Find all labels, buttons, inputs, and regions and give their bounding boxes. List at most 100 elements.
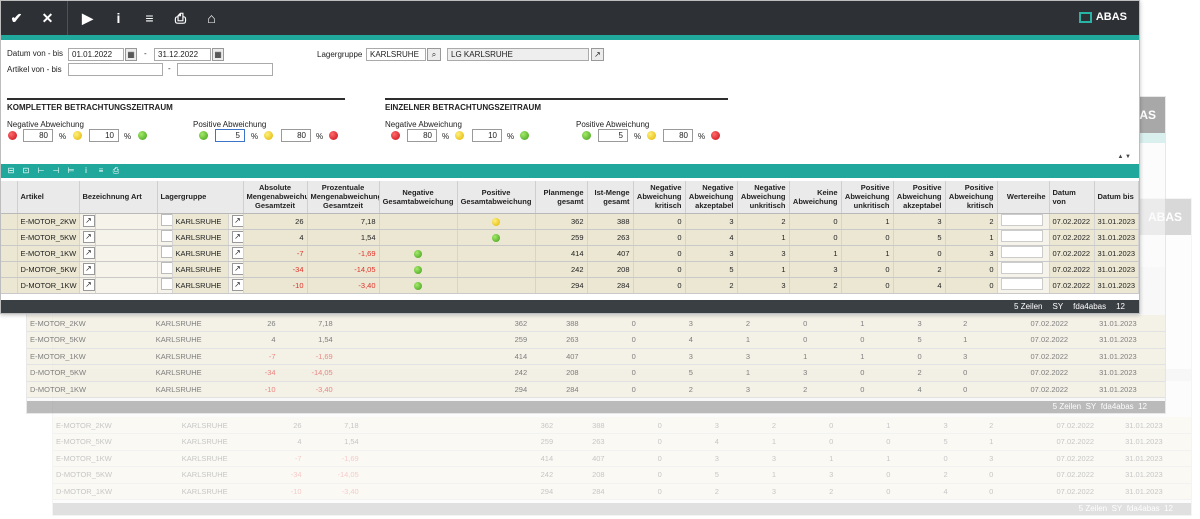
open-link-icon[interactable]: ↗ bbox=[231, 231, 243, 243]
bezeichnung-cell[interactable] bbox=[95, 245, 158, 262]
bezeichnung-cell[interactable] bbox=[95, 277, 158, 294]
row-checkbox[interactable] bbox=[160, 214, 171, 226]
column-header[interactable]: Positive Abweichung unkritisch bbox=[841, 181, 894, 214]
row-selector[interactable] bbox=[1, 245, 18, 262]
neg-threshold-red-input[interactable]: 80 bbox=[407, 129, 437, 142]
open-link-icon[interactable]: ↗ bbox=[231, 263, 243, 275]
pos-threshold-yellow-input[interactable]: 5 bbox=[215, 129, 245, 142]
close-icon[interactable]: ✕ bbox=[32, 1, 63, 35]
open-link-icon[interactable]: ↗ bbox=[82, 231, 94, 243]
open-article-cell[interactable]: ↗ bbox=[79, 261, 96, 278]
insert-row-icon[interactable]: ⊟ bbox=[5, 165, 17, 177]
wertereihe-field[interactable] bbox=[1000, 278, 1043, 290]
row-checkbox[interactable] bbox=[160, 246, 171, 258]
row-checkbox[interactable] bbox=[160, 230, 171, 242]
lagergruppe-cell[interactable]: KARLSRUHE bbox=[172, 213, 229, 230]
open-link-icon[interactable]: ↗ bbox=[231, 215, 243, 227]
open-link-icon[interactable]: ↗ bbox=[82, 263, 94, 275]
column-fit-icon[interactable]: ⊨ bbox=[65, 165, 77, 177]
wertereihe-field[interactable] bbox=[1000, 262, 1043, 274]
row-checkbox[interactable] bbox=[160, 262, 171, 274]
row-selector[interactable] bbox=[1, 213, 18, 230]
row-selector[interactable] bbox=[1, 261, 18, 278]
row-selector[interactable] bbox=[1, 277, 18, 294]
search-icon[interactable]: ⌕ bbox=[427, 48, 441, 61]
check-icon[interactable]: ✔ bbox=[1, 1, 32, 35]
column-header[interactable]: Negative Gesamtabweichung bbox=[379, 181, 458, 214]
column-header[interactable]: Planmenge gesamt bbox=[535, 181, 588, 214]
column-header[interactable]: Negative Abweichung kritisch bbox=[633, 181, 686, 214]
info-icon[interactable]: i bbox=[80, 165, 92, 177]
column-header[interactable]: Ist-Menge gesamt bbox=[587, 181, 634, 214]
info-icon[interactable]: i bbox=[103, 1, 134, 35]
calendar-icon[interactable]: ▦ bbox=[125, 48, 137, 61]
menu-icon[interactable]: ≡ bbox=[95, 165, 107, 177]
artikel-to-field[interactable] bbox=[177, 63, 273, 76]
open-article-cell[interactable]: ↗ bbox=[79, 229, 96, 246]
column-right-icon[interactable]: ⊣ bbox=[50, 165, 62, 177]
open-link-icon[interactable]: ↗ bbox=[591, 48, 604, 61]
column-header[interactable]: Positive Abweichung akzeptabel bbox=[893, 181, 946, 214]
column-header[interactable]: Positive Gesamtabweichung bbox=[457, 181, 536, 214]
artikel-cell[interactable]: E-MOTOR_1KW bbox=[17, 245, 80, 262]
print-icon[interactable]: ⎙ bbox=[110, 165, 122, 177]
bezeichnung-cell[interactable] bbox=[95, 261, 158, 278]
play-icon[interactable]: ▶ bbox=[72, 1, 103, 35]
open-article-cell[interactable]: ↗ bbox=[79, 277, 96, 294]
wertereihe-cell[interactable] bbox=[997, 277, 1050, 294]
column-header[interactable]: Datum von bbox=[1049, 181, 1095, 214]
open-lager-cell[interactable]: ↗ bbox=[228, 229, 244, 246]
menu-icon[interactable]: ≡ bbox=[134, 1, 165, 35]
wertereihe-cell[interactable] bbox=[997, 261, 1050, 278]
open-link-icon[interactable]: ↗ bbox=[82, 215, 94, 227]
table-row[interactable]: E-MOTOR_1KW ↗ KARLSRUHE ↗ -7 -1,69 414 407 0 3 3 1 1… bbox=[1, 245, 1140, 262]
pos-threshold-red-input[interactable]: 80 bbox=[281, 129, 311, 142]
open-link-icon[interactable]: ↗ bbox=[82, 279, 94, 291]
bezeichnung-cell[interactable] bbox=[95, 213, 158, 230]
column-header[interactable]: Wertereihe bbox=[997, 181, 1050, 214]
pos-threshold-yellow-input[interactable]: 5 bbox=[598, 129, 628, 142]
open-lager-cell[interactable]: ↗ bbox=[228, 277, 244, 294]
wertereihe-cell[interactable] bbox=[997, 213, 1050, 230]
bezeichnung-cell[interactable] bbox=[95, 229, 158, 246]
table-row[interactable]: E-MOTOR_2KW ↗ KARLSRUHE ↗ 26 7,18 362 388 0 3 2 0 1 3… bbox=[1, 213, 1140, 230]
column-header[interactable]: Lagergruppe bbox=[157, 181, 244, 214]
wertereihe-cell[interactable] bbox=[997, 245, 1050, 262]
open-article-cell[interactable]: ↗ bbox=[79, 213, 96, 230]
open-lager-cell[interactable]: ↗ bbox=[228, 261, 244, 278]
column-header[interactable]: Absolute Mengenabweichung Gesamtzeit bbox=[243, 181, 308, 214]
checkbox-cell[interactable] bbox=[157, 261, 173, 278]
row-checkbox[interactable] bbox=[160, 278, 171, 290]
home-icon[interactable]: ⌂ bbox=[196, 1, 227, 35]
open-link-icon[interactable]: ↗ bbox=[82, 247, 94, 259]
column-header[interactable]: Bezeichnung Art bbox=[79, 181, 158, 214]
neg-threshold-red-input[interactable]: 80 bbox=[23, 129, 53, 142]
column-header[interactable]: Prozentuale Mengenabweichung Gesamtzeit bbox=[307, 181, 380, 214]
table-row[interactable]: D-MOTOR_1KW ↗ KARLSRUHE ↗ -10 -3,40 294 284 0 2 3 2… bbox=[1, 277, 1140, 294]
wertereihe-cell[interactable] bbox=[997, 229, 1050, 246]
artikel-cell[interactable]: E-MOTOR_2KW bbox=[17, 213, 80, 230]
checkbox-cell[interactable] bbox=[157, 213, 173, 230]
neg-threshold-yellow-input[interactable]: 10 bbox=[472, 129, 502, 142]
lagergruppe-field[interactable]: KARLSRUHE bbox=[366, 48, 426, 61]
artikel-cell[interactable]: E-MOTOR_5KW bbox=[17, 229, 80, 246]
checkbox-cell[interactable] bbox=[157, 277, 173, 294]
artikel-from-field[interactable] bbox=[68, 63, 163, 76]
artikel-cell[interactable]: D-MOTOR_5KW bbox=[17, 261, 80, 278]
calendar-icon[interactable]: ▦ bbox=[212, 48, 224, 61]
wertereihe-field[interactable] bbox=[1000, 246, 1043, 258]
scroll-arrows-icon[interactable]: ▲ ▼ bbox=[1117, 154, 1131, 160]
column-header[interactable]: Keine Abweichung bbox=[789, 181, 842, 214]
datum-to-field[interactable]: 31.12.2022 bbox=[154, 48, 211, 61]
open-link-icon[interactable]: ↗ bbox=[231, 247, 243, 259]
lagergruppe-cell[interactable]: KARLSRUHE bbox=[172, 261, 229, 278]
checkbox-cell[interactable] bbox=[157, 229, 173, 246]
checkbox-cell[interactable] bbox=[157, 245, 173, 262]
print-icon[interactable]: ⎙ bbox=[165, 1, 196, 35]
open-lager-cell[interactable]: ↗ bbox=[228, 245, 244, 262]
column-header[interactable]: Negative Abweichung unkritisch bbox=[737, 181, 790, 214]
column-header[interactable]: Negative Abweichung akzeptabel bbox=[685, 181, 738, 214]
open-link-icon[interactable]: ↗ bbox=[231, 279, 243, 291]
artikel-cell[interactable]: D-MOTOR_1KW bbox=[17, 277, 80, 294]
neg-threshold-yellow-input[interactable]: 10 bbox=[89, 129, 119, 142]
